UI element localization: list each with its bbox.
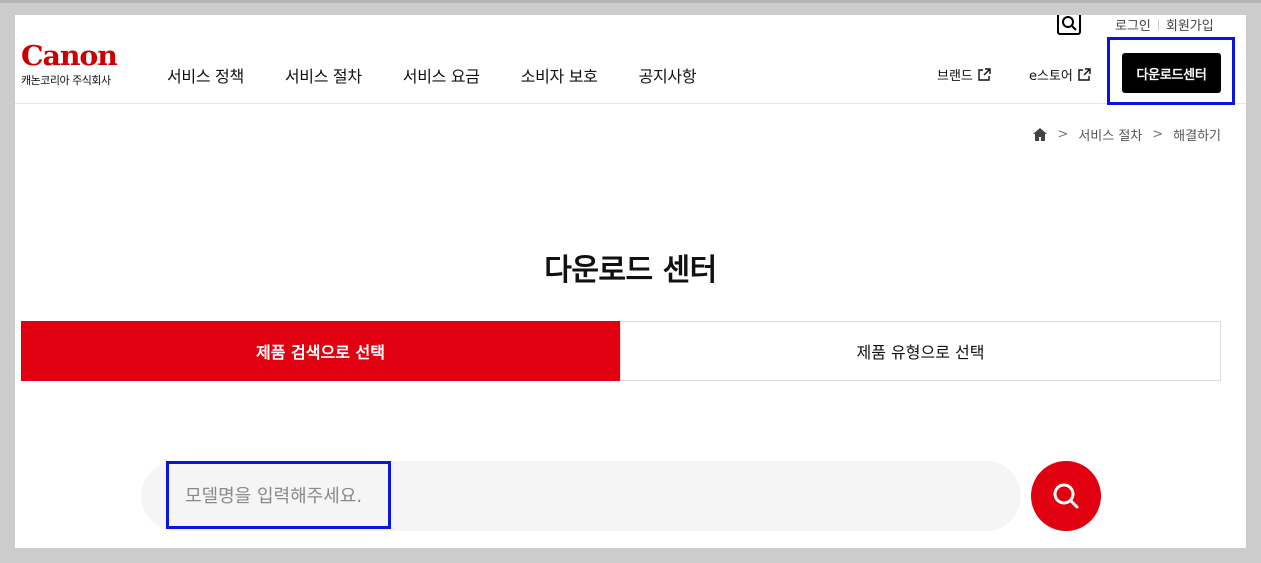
chevron-right-icon: > [1152, 127, 1164, 142]
selection-tabs: 제품 검색으로 선택 제품 유형으로 선택 [21, 321, 1221, 381]
model-search-box [141, 461, 1021, 531]
logo-wordmark: Canon [21, 41, 118, 72]
login-link[interactable]: 로그인 [1115, 15, 1151, 34]
page-title: 다운로드 센터 [544, 253, 717, 289]
nav-consumer-protection[interactable]: 소비자 보호 [521, 63, 598, 87]
tab-search-product[interactable]: 제품 검색으로 선택 [21, 321, 620, 381]
util-links: 로그인 회원가입 [1115, 15, 1214, 34]
nav-service-policy[interactable]: 서비스 정책 [167, 63, 244, 87]
home-icon[interactable] [1033, 128, 1048, 141]
canon-logo[interactable]: Canon 캐논코리아 주식회사 [21, 43, 141, 88]
brand-link[interactable]: 브랜드 [937, 65, 991, 84]
tab-product-type[interactable]: 제품 유형으로 선택 [620, 321, 1221, 381]
page: Canon 캐논코리아 주식회사 서비스 정책 서비스 절차 서비스 요금 소비… [15, 15, 1246, 548]
signup-link[interactable]: 회원가입 [1166, 15, 1214, 34]
external-link-icon [978, 67, 991, 81]
site-header: Canon 캐논코리아 주식회사 서비스 정책 서비스 절차 서비스 요금 소비… [15, 15, 1246, 104]
nav-notice[interactable]: 공지사항 [639, 63, 697, 87]
brand-link-label: 브랜드 [937, 69, 973, 84]
model-search-input[interactable] [183, 484, 967, 508]
window-top-border [0, 0, 1261, 3]
nav-service-fee[interactable]: 서비스 요금 [403, 63, 480, 87]
logo-subtitle: 캐논코리아 주식회사 [21, 74, 111, 87]
chevron-right-icon: > [1057, 127, 1069, 142]
main-nav: 서비스 정책 서비스 절차 서비스 요금 소비자 보호 공지사항 [167, 63, 737, 87]
breadcrumb-resolve: 해결하기 [1173, 129, 1221, 144]
external-link-icon [1078, 67, 1091, 81]
download-center-button[interactable]: 다운로드센터 [1122, 53, 1221, 93]
estore-link[interactable]: e스토어 [1029, 65, 1091, 84]
search-icon [1053, 483, 1079, 509]
search-button[interactable] [1031, 461, 1101, 531]
util-divider [1157, 19, 1159, 30]
estore-link-label: e스토어 [1029, 69, 1073, 84]
breadcrumb: > 서비스 절차 > 해결하기 [1033, 125, 1221, 144]
search-icon[interactable] [1057, 15, 1081, 35]
nav-service-procedure[interactable]: 서비스 절차 [285, 63, 362, 87]
breadcrumb-service-procedure[interactable]: 서비스 절차 [1078, 125, 1142, 144]
